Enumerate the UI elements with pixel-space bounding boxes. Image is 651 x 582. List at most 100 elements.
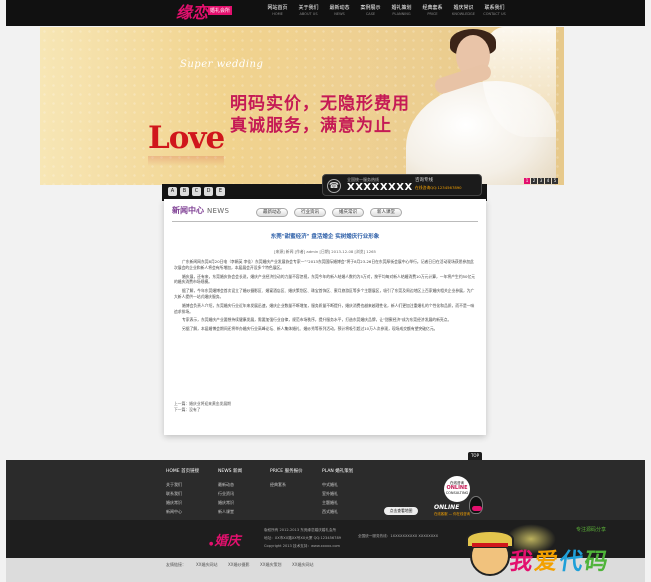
footer-link[interactable]: 行业资讯 [218, 489, 242, 498]
friend-link[interactable]: XX婚纱摄影 [228, 562, 249, 568]
divider [172, 221, 478, 222]
footer-link[interactable]: 中式婚礼 [322, 480, 353, 489]
article-paragraph: 专家表示，东莞婚庆产业要想持续健康发展，需要加强行业自律，规范市场秩序，提升服务… [182, 317, 452, 323]
site-logo[interactable]: 缘恋 婚礼会所 [176, 1, 248, 22]
service-icon[interactable]: B [180, 187, 189, 196]
section-heading: 新闻中心 NEWS [172, 205, 229, 216]
online-service-sub: 在线客服 — 你在线咨询 [434, 512, 471, 516]
footer-link[interactable]: 新闻中心 [166, 507, 199, 516]
nav-label: 婚礼策划 [391, 5, 412, 11]
watermark-text: 我爱代码 [508, 542, 613, 576]
nav-item-price[interactable]: 经典套系 PRICE [419, 5, 446, 17]
nav-item-planning[interactable]: 婚礼策划 PLANNING [388, 5, 415, 17]
top-navigation-bar: 缘恋 婚礼会所 网站首页 HOME 关于我们 ABOUT US 最新动态 NEWS 案… [6, 0, 645, 26]
nav-item-news[interactable]: 最新动态 NEWS [326, 5, 353, 17]
banner-script-text: Super wedding [180, 59, 264, 70]
article-paragraph: 据了解，今年东莞婚博会首次设立了婚纱摄影区、婚宴酒店区、婚庆策划区、珠宝首饰区、… [174, 288, 475, 299]
nav-label: 经典套系 [422, 5, 443, 11]
phone-icon: ☎ [327, 179, 341, 193]
footer-link[interactable]: 关于我们 [166, 480, 199, 489]
map-button[interactable]: 点击查看地图 [384, 507, 418, 515]
nav-sublabel: PLANNING [392, 12, 411, 16]
footer-column-plan: PLAN 婚礼策划 中式婚礼 室外婚礼 主题婚礼 西式婚礼 [322, 468, 353, 516]
article-paragraph: 婚庆展，还有来，东莞婚庆协会会长说，婚庆产业经济拉动的力量不容忽视，东莞今年的新… [174, 273, 476, 285]
online-consulting-badge[interactable]: 在线咨询 ONLINE CONSULTING [444, 476, 470, 502]
footer-link[interactable]: 经典套系 [270, 480, 303, 489]
nav-item-knowledge[interactable]: 婚庆常识 KNOWLEDGE [450, 5, 477, 17]
nav-label: 婚庆常识 [453, 5, 474, 11]
qq-penguin-icon[interactable] [469, 496, 483, 514]
service-icon[interactable]: C [192, 187, 201, 196]
service-icon[interactable]: A [168, 187, 177, 196]
pager-dot[interactable]: 5 [552, 178, 558, 184]
watermark-char: 码 [582, 549, 612, 575]
watermark-char: 爱 [532, 549, 562, 575]
footer-column-heading: PRICE 服务报价 [270, 469, 303, 474]
tab-knowledge[interactable]: 婚庆常识 [332, 208, 364, 217]
service-icon[interactable]: E [216, 187, 225, 196]
footer-link[interactable]: 婚庆常识 [166, 498, 199, 507]
tab-classroom[interactable]: 新人课堂 [370, 208, 402, 217]
pager-dot[interactable]: 1 [524, 178, 530, 184]
footer-link[interactable]: 最新动态 [218, 480, 242, 489]
footer-column-news: NEWS 新闻 最新动态 行业资讯 婚庆常识 新人课堂 [218, 468, 242, 516]
banner-pager: 1 2 3 4 5 [523, 178, 558, 184]
footer-link[interactable]: 西式婚礼 [322, 507, 353, 516]
logo-script: 缘恋 [176, 3, 209, 22]
watermark-char: 我 [507, 549, 537, 575]
nav-item-about[interactable]: 关于我们 ABOUT US [295, 5, 322, 17]
address-line: 地址：XX市XX路XX号XX大厦 QQ:123456789 [264, 536, 342, 540]
nav-item-contact[interactable]: 联系我们 CONTACT US [481, 5, 508, 17]
footer-copyright: 版权所有 2012-2013 东莞缘恋婚庆婚礼会所 地址：XX市XX路XX号XX… [264, 526, 341, 550]
section-title-en: NEWS [207, 207, 230, 215]
online-service-link[interactable]: ONLINE 在线客服 — 你在线咨询 [434, 504, 470, 516]
article-paragraph: 婚博会负责人介绍，东莞婚庆行业近年来发展迅速，婚庆企业数量不断增加，服务质量不断… [174, 302, 475, 314]
nav-item-home[interactable]: 网站首页 HOME [264, 5, 291, 17]
support-line: Copyright 2013 技术支持：www.xxxxx.com [264, 544, 341, 548]
section-title-cn: 新闻中心 [172, 206, 204, 215]
watermark-char: 代 [557, 549, 587, 575]
nav-label: 网站首页 [267, 5, 288, 11]
pager-dot[interactable]: 3 [538, 178, 544, 184]
tab-latest[interactable]: 最新动态 [256, 208, 288, 217]
next-article-link[interactable]: 下一篇：没有了 [174, 407, 201, 413]
watermark-logo: 我爱代码 专注源码分享 [466, 524, 651, 582]
friend-link[interactable]: XX婚庆网站 [196, 562, 217, 568]
friend-link[interactable]: XX婚庆策划 [260, 562, 281, 568]
nav-sublabel: HOME [272, 12, 283, 16]
bride-image [386, 27, 556, 185]
logo-tag: 婚礼会所 [208, 6, 233, 15]
pager-dot[interactable]: 2 [531, 178, 537, 184]
footer-link[interactable]: 室外婚礼 [322, 489, 353, 498]
qq-link[interactable]: 在线咨询QQ:1234567890 [415, 185, 462, 191]
article-meta: [来源] 新闻 [作者] admin [日期] 2013-12-08 [浏览] … [274, 249, 376, 254]
nav-sublabel: ABOUT US [299, 12, 318, 16]
ask-label: 咨询专线 [415, 178, 433, 183]
tab-industry[interactable]: 行业资讯 [294, 208, 326, 217]
hat-band [472, 543, 508, 547]
banner-headline-2: 真诚服务，满意为止 [230, 116, 392, 136]
footer-link[interactable]: 联系我们 [166, 489, 199, 498]
banner-love-text: Love [148, 120, 225, 166]
footer-column-heading: HOME 首页链接 [166, 469, 200, 474]
hero-banner[interactable]: Super wedding 明码实价，无隐形费用 真诚服务，满意为止 Love … [40, 27, 564, 185]
article-paragraph: 另据了解，本届婚博会期间还将举办婚庆行业高峰论坛、新人集体婚礼、婚纱秀等系列活动… [182, 326, 438, 332]
footer-column-home: HOME 首页链接 关于我们 联系我们 婚庆常识 新闻中心 [166, 468, 199, 516]
nav-item-case[interactable]: 案例展示 CASE [357, 5, 384, 17]
footer-link[interactable]: 婚庆常识 [218, 498, 242, 507]
nav-sublabel: KNOWLEDGE [452, 12, 475, 16]
hotline-box: ☎ 全国统一服务热线 XXXXXXXX 咨询专线 在线咨询QQ:12345678… [322, 174, 482, 196]
footer-logo: 婚庆 [209, 530, 240, 549]
article-title: 东莞"甜蜜经济" 盘活婚企 实树婚庆行业形象 [270, 234, 380, 240]
back-to-top-button[interactable]: TOP [468, 452, 482, 460]
article-paragraph: 广东新闻网东莞8月20日电（李娟英 李佳）东莞婚庆产业发展协会专家一”“2013… [174, 259, 474, 270]
footer-column-heading: NEWS 新闻 [218, 469, 242, 474]
footer-link[interactable]: 主题婚礼 [322, 498, 353, 507]
service-icon[interactable]: D [204, 187, 213, 196]
footer-link[interactable]: 新人课堂 [218, 507, 242, 516]
nav-sublabel: PRICE [427, 12, 438, 16]
footer-column-heading: PLAN 婚礼策划 [322, 469, 354, 474]
friend-link[interactable]: XX婚庆网站 [292, 562, 313, 568]
nav-label: 案例展示 [360, 5, 381, 11]
pager-dot[interactable]: 4 [545, 178, 551, 184]
